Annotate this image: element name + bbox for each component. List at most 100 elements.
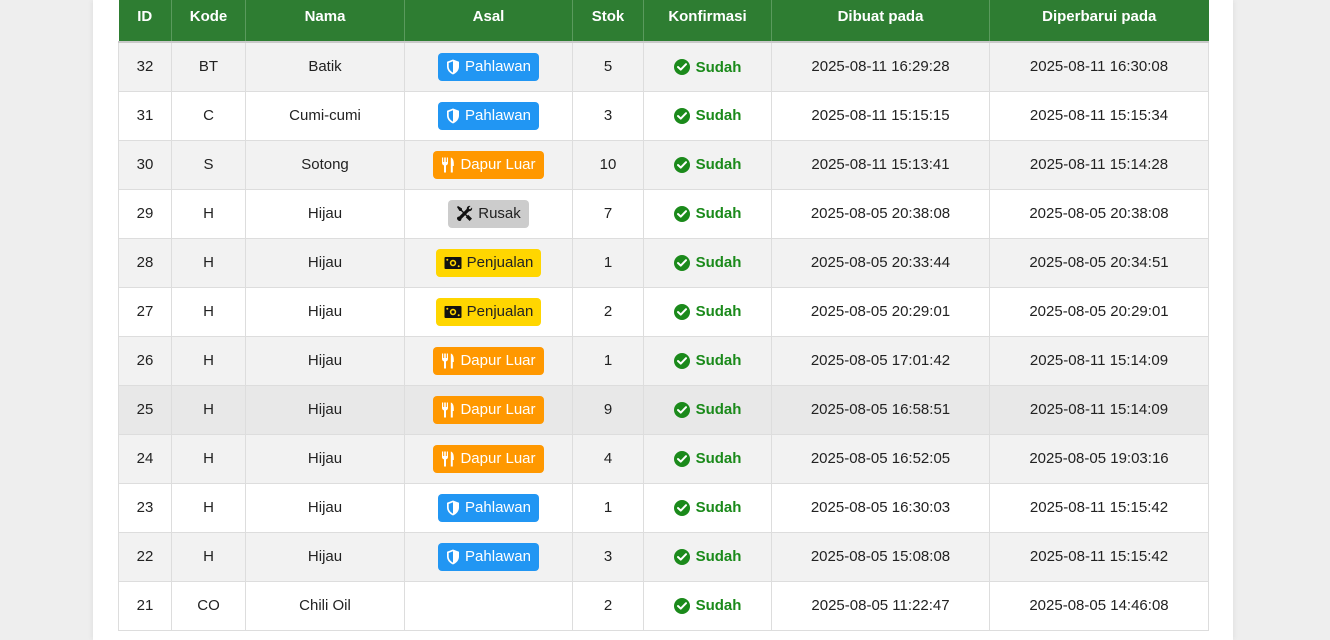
cell-dibuat: 2025-08-05 11:22:47: [771, 580, 990, 631]
header-id[interactable]: ID: [118, 0, 172, 43]
cell-dibuat: 2025-08-11 16:29:28: [771, 41, 990, 92]
cell-konfirmasi: Sudah: [643, 286, 772, 337]
cell-id: 26: [118, 335, 172, 386]
check-circle-icon: [673, 352, 690, 369]
table-row[interactable]: 30 S Sotong Dapur Luar 10 Sudah 2025-08-11 15:…: [118, 139, 1209, 190]
cell-nama: Hijau: [245, 286, 405, 337]
cell-kode: BT: [171, 41, 246, 92]
header-diperbarui[interactable]: Diperbarui pada: [989, 0, 1209, 43]
asal-badge-dapur: Dapur Luar: [433, 395, 544, 424]
cell-stok: 1: [572, 237, 644, 288]
cell-diperbarui: 2025-08-05 20:34:51: [989, 237, 1209, 288]
stock-table: ID Kode Nama Asal Stok Konfirmasi Dibuat…: [118, 0, 1209, 631]
money-icon: [444, 256, 462, 270]
cell-konfirmasi: Sudah: [643, 237, 772, 288]
asal-label: Pahlawan: [465, 57, 531, 75]
asal-badge-pahlawan: Pahlawan: [438, 493, 539, 522]
asal-label: Dapur Luar: [460, 155, 536, 173]
asal-badge-penjualan: Penjualan: [435, 297, 542, 326]
shield-icon: [446, 59, 460, 75]
confirmation-label: Sudah: [695, 303, 742, 321]
cell-konfirmasi: Sudah: [643, 139, 772, 190]
confirmation-label: Sudah: [695, 499, 742, 517]
cell-kode: H: [171, 531, 246, 582]
cell-nama: Cumi-cumi: [245, 90, 405, 141]
cell-kode: CO: [171, 580, 246, 631]
confirmation-status: Sudah: [673, 499, 742, 517]
table-row[interactable]: 23 H Hijau Pahlawan 1 Sudah 2025-08-05 16:30:0…: [118, 482, 1209, 533]
header-stok[interactable]: Stok: [572, 0, 644, 43]
cell-diperbarui: 2025-08-11 15:14:09: [989, 384, 1209, 435]
cell-diperbarui: 2025-08-11 15:14:09: [989, 335, 1209, 386]
confirmation-label: Sudah: [695, 401, 742, 419]
table-row[interactable]: 26 H Hijau Dapur Luar 1 Sudah 2025-08-05 17:01…: [118, 335, 1209, 386]
table-row[interactable]: 28 H Hijau Penjualan 1 Sudah 2025-08-05 20:33:…: [118, 237, 1209, 288]
cell-id: 31: [118, 90, 172, 141]
confirmation-status: Sudah: [673, 303, 742, 321]
cell-asal: Dapur Luar: [404, 384, 573, 435]
table-body: 32 BT Batik Pahlawan 5 Sudah 2025-08-11 16:29:…: [118, 41, 1209, 631]
cell-id: 29: [118, 188, 172, 239]
cell-konfirmasi: Sudah: [643, 580, 772, 631]
shield-icon: [446, 500, 460, 516]
asal-badge-dapur: Dapur Luar: [433, 346, 544, 375]
confirmation-label: Sudah: [695, 352, 742, 370]
cell-id: 22: [118, 531, 172, 582]
cell-konfirmasi: Sudah: [643, 531, 772, 582]
cell-stok: 5: [572, 41, 644, 92]
asal-label: Dapur Luar: [460, 400, 536, 418]
check-circle-icon: [673, 156, 690, 173]
cell-asal: Pahlawan: [404, 41, 573, 92]
shield-icon: [446, 108, 460, 124]
cell-diperbarui: 2025-08-05 19:03:16: [989, 433, 1209, 484]
header-asal[interactable]: Asal: [404, 0, 573, 43]
cell-stok: 9: [572, 384, 644, 435]
tools-icon: [456, 205, 473, 222]
header-nama[interactable]: Nama: [245, 0, 405, 43]
cell-dibuat: 2025-08-05 20:29:01: [771, 286, 990, 337]
cell-kode: H: [171, 188, 246, 239]
utensils-icon: [441, 353, 455, 369]
table-row[interactable]: 22 H Hijau Pahlawan 3 Sudah 2025-08-05 15:08:0…: [118, 531, 1209, 582]
table-row[interactable]: 24 H Hijau Dapur Luar 4 Sudah 2025-08-05 16:52…: [118, 433, 1209, 484]
cell-stok: 2: [572, 580, 644, 631]
cell-stok: 3: [572, 90, 644, 141]
asal-label: Pahlawan: [465, 106, 531, 124]
confirmation-status: Sudah: [673, 401, 742, 419]
table-row[interactable]: 21 CO Chili Oil 2 Sudah 2025-08-05 11:22:47 20…: [118, 580, 1209, 631]
header-dibuat[interactable]: Dibuat pada: [771, 0, 990, 43]
confirmation-status: Sudah: [673, 107, 741, 124]
cell-konfirmasi: Sudah: [643, 188, 772, 239]
asal-label: Penjualan: [466, 302, 534, 320]
cell-nama: Hijau: [245, 384, 405, 435]
cell-id: 21: [118, 580, 172, 631]
cell-konfirmasi: Sudah: [643, 482, 772, 533]
table-row[interactable]: 29 H Hijau Rusak 7 Sudah 2025-08-05 20:38:08 20…: [118, 188, 1209, 239]
confirmation-label: Sudah: [695, 548, 742, 566]
cell-id: 30: [118, 139, 172, 190]
cell-konfirmasi: Sudah: [643, 384, 772, 435]
confirmation-status: Sudah: [673, 156, 742, 174]
cell-asal: Rusak: [404, 188, 573, 239]
confirmation-label: Sudah: [695, 156, 742, 174]
money-icon: [444, 305, 462, 319]
asal-badge-pahlawan: Pahlawan: [438, 52, 539, 81]
check-circle-icon: [673, 450, 690, 467]
shield-icon: [446, 549, 460, 565]
cell-diperbarui: 2025-08-11 15:15:42: [989, 482, 1209, 533]
header-konfirmasi[interactable]: Konfirmasi: [643, 0, 772, 43]
cell-nama: Hijau: [245, 433, 405, 484]
cell-id: 23: [118, 482, 172, 533]
cell-stok: 2: [572, 286, 644, 337]
table-row[interactable]: 25 H Hijau Dapur Luar 9 Sudah 2025-08-05 16:58…: [118, 384, 1209, 435]
table-row[interactable]: 27 H Hijau Penjualan 2 Sudah 2025-08-05 20:29:…: [118, 286, 1209, 337]
cell-diperbarui: 2025-08-11 16:30:08: [989, 41, 1209, 92]
confirmation-status: Sudah: [673, 254, 741, 271]
cell-dibuat: 2025-08-05 20:38:08: [771, 188, 990, 239]
check-circle-icon: [673, 303, 690, 320]
confirmation-status: Sudah: [673, 548, 742, 566]
table-row[interactable]: 31 C Cumi-cumi Pahlawan 3 Sudah 2025-08-11 15:…: [118, 90, 1209, 141]
header-kode[interactable]: Kode: [171, 0, 246, 43]
table-row[interactable]: 32 BT Batik Pahlawan 5 Sudah 2025-08-11 16:29:…: [118, 41, 1209, 92]
cell-konfirmasi: Sudah: [643, 433, 772, 484]
